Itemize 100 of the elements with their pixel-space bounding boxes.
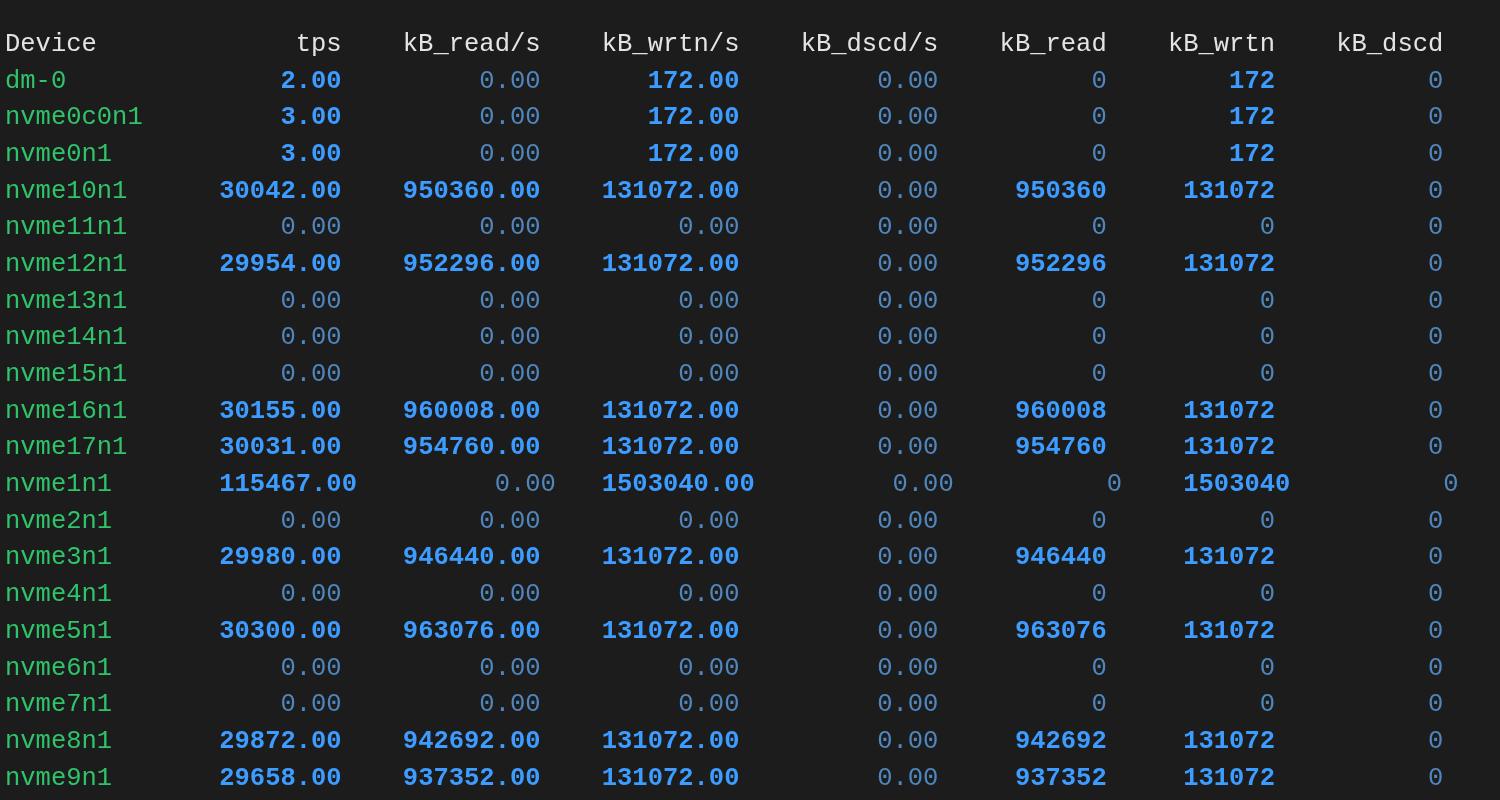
stat-value: 0 — [1427, 360, 1444, 390]
stat-value: 131072 — [1182, 433, 1276, 463]
column-header: kB_dscd/s — [799, 29, 939, 59]
stat-value: 0.00 — [876, 726, 939, 756]
stat-value: 0 — [1442, 470, 1459, 500]
stat-value: 172.00 — [646, 139, 740, 169]
stat-value: 0.00 — [876, 323, 939, 353]
device-name: nvme0n1 — [5, 139, 114, 169]
stat-value: 952296 — [1013, 249, 1107, 279]
stat-value: 0 — [1090, 213, 1107, 243]
stat-value: 0.00 — [478, 323, 541, 353]
column-header: Device — [5, 29, 98, 59]
stat-value: 0.00 — [677, 690, 740, 720]
stat-value: 0.00 — [279, 213, 342, 243]
stat-value: 0.00 — [876, 249, 939, 279]
device-name: nvme16n1 — [5, 396, 129, 426]
device-name: nvme17n1 — [5, 433, 129, 463]
stat-value: 0 — [1427, 763, 1444, 793]
stat-value: 0 — [1258, 580, 1275, 610]
stat-value: 172 — [1228, 103, 1275, 133]
stat-value: 960008.00 — [401, 396, 541, 426]
column-header: kB_dscd — [1335, 29, 1444, 59]
stat-value: 0 — [1427, 580, 1444, 610]
stat-value: 0.00 — [891, 470, 954, 500]
stat-value: 0 — [1090, 580, 1107, 610]
stat-value: 131072.00 — [600, 616, 740, 646]
stat-value: 0.00 — [876, 616, 939, 646]
stat-value: 172 — [1228, 139, 1275, 169]
stat-value: 0 — [1258, 653, 1275, 683]
device-name: nvme3n1 — [5, 543, 114, 573]
device-name: nvme1n1 — [5, 470, 114, 500]
stat-value: 0.00 — [279, 653, 342, 683]
stat-value: 30042.00 — [218, 176, 342, 206]
stat-value: 0.00 — [876, 690, 939, 720]
stat-value: 0 — [1090, 360, 1107, 390]
column-header: kB_read — [998, 29, 1107, 59]
stat-value: 0.00 — [876, 103, 939, 133]
stat-value: 0 — [1427, 286, 1444, 316]
stat-value: 954760 — [1013, 433, 1107, 463]
stat-value: 0.00 — [677, 580, 740, 610]
stat-value: 29980.00 — [218, 543, 342, 573]
stat-value: 950360.00 — [401, 176, 541, 206]
stat-value: 0.00 — [876, 763, 939, 793]
stat-value: 115467.00 — [218, 470, 357, 500]
device-name: nvme4n1 — [5, 580, 114, 610]
stat-value: 3.00 — [279, 139, 342, 169]
stat-value: 952296.00 — [401, 249, 541, 279]
stat-value: 0 — [1427, 139, 1444, 169]
stat-value: 0.00 — [478, 690, 541, 720]
stat-value: 0 — [1090, 103, 1107, 133]
stat-value: 946440.00 — [401, 543, 541, 573]
device-name: nvme5n1 — [5, 616, 114, 646]
stat-value: 0 — [1427, 616, 1444, 646]
device-name: nvme0c0n1 — [5, 103, 144, 133]
device-name: nvme11n1 — [5, 213, 129, 243]
column-header: kB_read/s — [401, 29, 541, 59]
stat-value: 0.00 — [677, 653, 740, 683]
stat-value: 0 — [1105, 470, 1123, 500]
stat-value: 0 — [1427, 323, 1444, 353]
stat-value: 0 — [1427, 213, 1444, 243]
stat-value: 131072.00 — [600, 433, 740, 463]
stat-value: 942692.00 — [401, 726, 541, 756]
stat-value: 963076 — [1013, 616, 1107, 646]
stat-value: 0 — [1258, 286, 1275, 316]
stat-value: 0.00 — [876, 580, 939, 610]
stat-value: 131072 — [1182, 726, 1276, 756]
column-header: kB_wrtn/s — [600, 29, 740, 59]
stat-value: 0.00 — [493, 470, 556, 500]
stat-value: 0.00 — [876, 396, 939, 426]
stat-value: 0.00 — [279, 360, 342, 390]
stat-value: 131072 — [1182, 176, 1276, 206]
stat-value: 131072.00 — [600, 249, 740, 279]
device-name: dm-0 — [5, 66, 68, 96]
stat-value: 1503040.00 — [600, 470, 755, 500]
stat-value: 0 — [1427, 249, 1444, 279]
stat-value: 0 — [1427, 653, 1444, 683]
device-name: nvme10n1 — [5, 176, 129, 206]
stat-value: 0.00 — [677, 323, 740, 353]
stat-value: 131072 — [1182, 763, 1276, 793]
stat-value: 0.00 — [677, 360, 740, 390]
stat-value: 0.00 — [279, 323, 342, 353]
stat-value: 954760.00 — [401, 433, 541, 463]
stat-value: 131072.00 — [600, 396, 740, 426]
stat-value: 0.00 — [876, 543, 939, 573]
stat-value: 0 — [1090, 66, 1107, 96]
stat-value: 0 — [1427, 396, 1444, 426]
stat-value: 0.00 — [478, 580, 541, 610]
stat-value: 0 — [1090, 323, 1107, 353]
stat-value: 0 — [1090, 653, 1107, 683]
stat-value: 0 — [1258, 360, 1275, 390]
stat-value: 0 — [1090, 506, 1107, 536]
stat-value: 131072 — [1182, 543, 1276, 573]
stat-value: 131072 — [1182, 396, 1276, 426]
stat-value: 0.00 — [876, 653, 939, 683]
stat-value: 937352 — [1013, 763, 1107, 793]
stat-value: 942692 — [1013, 726, 1107, 756]
stat-value: 0 — [1427, 103, 1444, 133]
stat-value: 29658.00 — [218, 763, 342, 793]
stat-value: 0.00 — [876, 506, 939, 536]
stat-value: 0.00 — [876, 66, 939, 96]
